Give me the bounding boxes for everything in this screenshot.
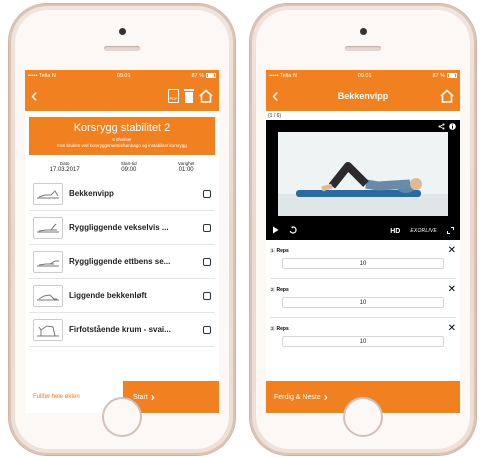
nav-bar: ‹ Bekkenvipp — [266, 81, 460, 111]
exercise-checkbox[interactable] — [203, 189, 211, 198]
back-button[interactable]: ‹ — [31, 86, 45, 106]
carrier: ••••• Telia N — [269, 72, 297, 79]
video-player[interactable]: HD EXORLIVE — [266, 120, 460, 240]
divider — [270, 317, 456, 318]
home-icon[interactable] — [440, 89, 454, 103]
set-row: 1 Reps ✕ 10 — [270, 244, 456, 279]
video-controls: HD EXORLIVE — [266, 222, 460, 240]
set-number: 1 — [270, 248, 275, 253]
chevron-right-icon: › — [323, 390, 328, 404]
program-title: Korsrygg stabilitet 2 — [73, 122, 171, 134]
exercise-thumbnail — [33, 182, 63, 205]
close-icon[interactable]: ✕ — [448, 285, 456, 295]
program-description: Kan brukes ved korsryggsmerter/lumbago o… — [57, 143, 187, 148]
list-item[interactable]: Ryggliggende vekselvis ... — [29, 211, 215, 245]
screen-left: ••••• Telia N 09.01 87 % ‹ PDF Korsrygg … — [25, 70, 219, 413]
reps-input[interactable]: 10 — [282, 258, 444, 269]
exercise-thumbnail — [33, 318, 63, 341]
close-icon[interactable]: ✕ — [448, 324, 456, 334]
quality-badge[interactable]: HD — [390, 228, 400, 235]
replay-icon[interactable] — [289, 226, 297, 236]
fullscreen-icon[interactable] — [447, 226, 454, 236]
carrier: ••••• Telia N — [28, 72, 56, 79]
meta-duration[interactable]: Varighet 01:00 — [178, 161, 194, 173]
reps-input[interactable]: 10 — [282, 336, 444, 347]
list-item[interactable]: Liggende bekkenløft — [29, 279, 215, 313]
exercise-checkbox[interactable] — [203, 257, 211, 266]
reps-input[interactable]: 10 — [282, 297, 444, 308]
meta-value: 17.03.2017 — [49, 167, 80, 173]
set-row: 2 Reps ✕ 10 — [270, 283, 456, 318]
clock: 09.01 — [357, 72, 372, 79]
phone-left-body: ••••• Telia N 09.01 87 % ‹ PDF Korsrygg … — [15, 10, 229, 449]
exercise-thumbnail — [33, 216, 63, 239]
info-icon[interactable] — [449, 123, 456, 132]
play-icon[interactable] — [272, 226, 279, 236]
video-frame — [278, 132, 448, 216]
home-button[interactable] — [343, 397, 383, 437]
exercise-name: Liggende bekkenløft — [69, 291, 147, 300]
meta-start-time[interactable]: Start-tid 09:00 — [121, 161, 137, 173]
share-icon[interactable] — [438, 123, 445, 132]
list-item[interactable]: Ryggliggende ettbens se... — [29, 245, 215, 279]
speaker — [104, 46, 140, 51]
exercise-list: Bekkenvipp Ryggliggende vekselvis ... Ry… — [25, 177, 219, 347]
phone-left: ••••• Telia N 09.01 87 % ‹ PDF Korsrygg … — [9, 4, 235, 455]
sets-list: 1 Reps ✕ 10 2 Reps ✕ 10 3 Reps ✕ 10 — [266, 244, 460, 347]
battery-icon — [447, 73, 457, 78]
done-next-label: Ferdig & Neste — [274, 393, 321, 401]
exercise-checkbox[interactable] — [203, 325, 211, 334]
list-item[interactable]: Firfotstående krum - svai... — [29, 313, 215, 347]
list-item[interactable]: Bekkenvipp — [29, 177, 215, 211]
trash-icon[interactable] — [184, 89, 194, 103]
set-label: Reps — [276, 326, 289, 332]
battery-icon — [206, 73, 216, 78]
status-bar: ••••• Telia N 09.01 87 % — [266, 70, 460, 81]
clock: 09.01 — [116, 72, 131, 79]
set-label: Reps — [276, 248, 289, 254]
meta-date[interactable]: Dato 17.03.2017 — [50, 161, 80, 173]
exercise-name: Ryggliggende vekselvis ... — [69, 223, 169, 232]
exercise-name: Ryggliggende ettbens se... — [69, 257, 171, 266]
set-label: Reps — [276, 287, 289, 293]
set-row: 3 Reps ✕ 10 — [270, 322, 456, 347]
start-label: Start — [133, 393, 148, 401]
exercise-thumbnail — [33, 284, 63, 307]
session-meta: Dato 17.03.2017 Start-tid 09:00 Varighet… — [25, 155, 219, 177]
page-title: Bekkenvipp — [337, 91, 389, 101]
back-button[interactable]: ‹ — [272, 86, 286, 106]
exercise-checkbox[interactable] — [203, 223, 211, 232]
meta-label: Dato — [59, 161, 70, 166]
brand-logo: EXORLIVE — [410, 228, 437, 234]
status-bar: ••••• Telia N 09.01 87 % — [25, 70, 219, 81]
nav-bar: ‹ PDF — [25, 81, 219, 111]
screen-right: ••••• Telia N 09.01 87 % ‹ Bekkenvipp (1… — [266, 70, 460, 413]
divider — [270, 278, 456, 279]
battery-percent: 87 % — [191, 72, 204, 79]
home-button[interactable] — [102, 397, 142, 437]
close-icon[interactable]: ✕ — [448, 246, 456, 256]
camera — [360, 28, 367, 35]
meta-value: 01:00 — [178, 167, 194, 173]
exercise-counter: (1 / 6) — [268, 113, 282, 119]
speaker — [345, 46, 381, 51]
exercise-name: Bekkenvipp — [69, 189, 114, 198]
home-icon[interactable] — [199, 89, 213, 103]
meta-value: 09:00 — [121, 167, 137, 173]
phone-right-body: ••••• Telia N 09.01 87 % ‹ Bekkenvipp (1… — [256, 10, 470, 449]
set-number: 3 — [270, 326, 275, 331]
chevron-right-icon: › — [150, 390, 155, 404]
battery-percent: 87 % — [432, 72, 445, 79]
exercise-checkbox[interactable] — [203, 291, 211, 300]
set-number: 2 — [270, 287, 275, 292]
meta-label: Start-tid — [120, 161, 137, 166]
camera — [119, 28, 126, 35]
meta-label: Varighet — [177, 161, 195, 166]
pdf-icon[interactable]: PDF — [168, 89, 179, 103]
phone-right: ••••• Telia N 09.01 87 % ‹ Bekkenvipp (1… — [250, 4, 476, 455]
exercise-thumbnail — [33, 250, 63, 273]
exercise-name: Firfotstående krum - svai... — [69, 325, 171, 334]
program-banner: Korsrygg stabilitet 2 6 Øvelser Kan bruk… — [29, 117, 215, 155]
